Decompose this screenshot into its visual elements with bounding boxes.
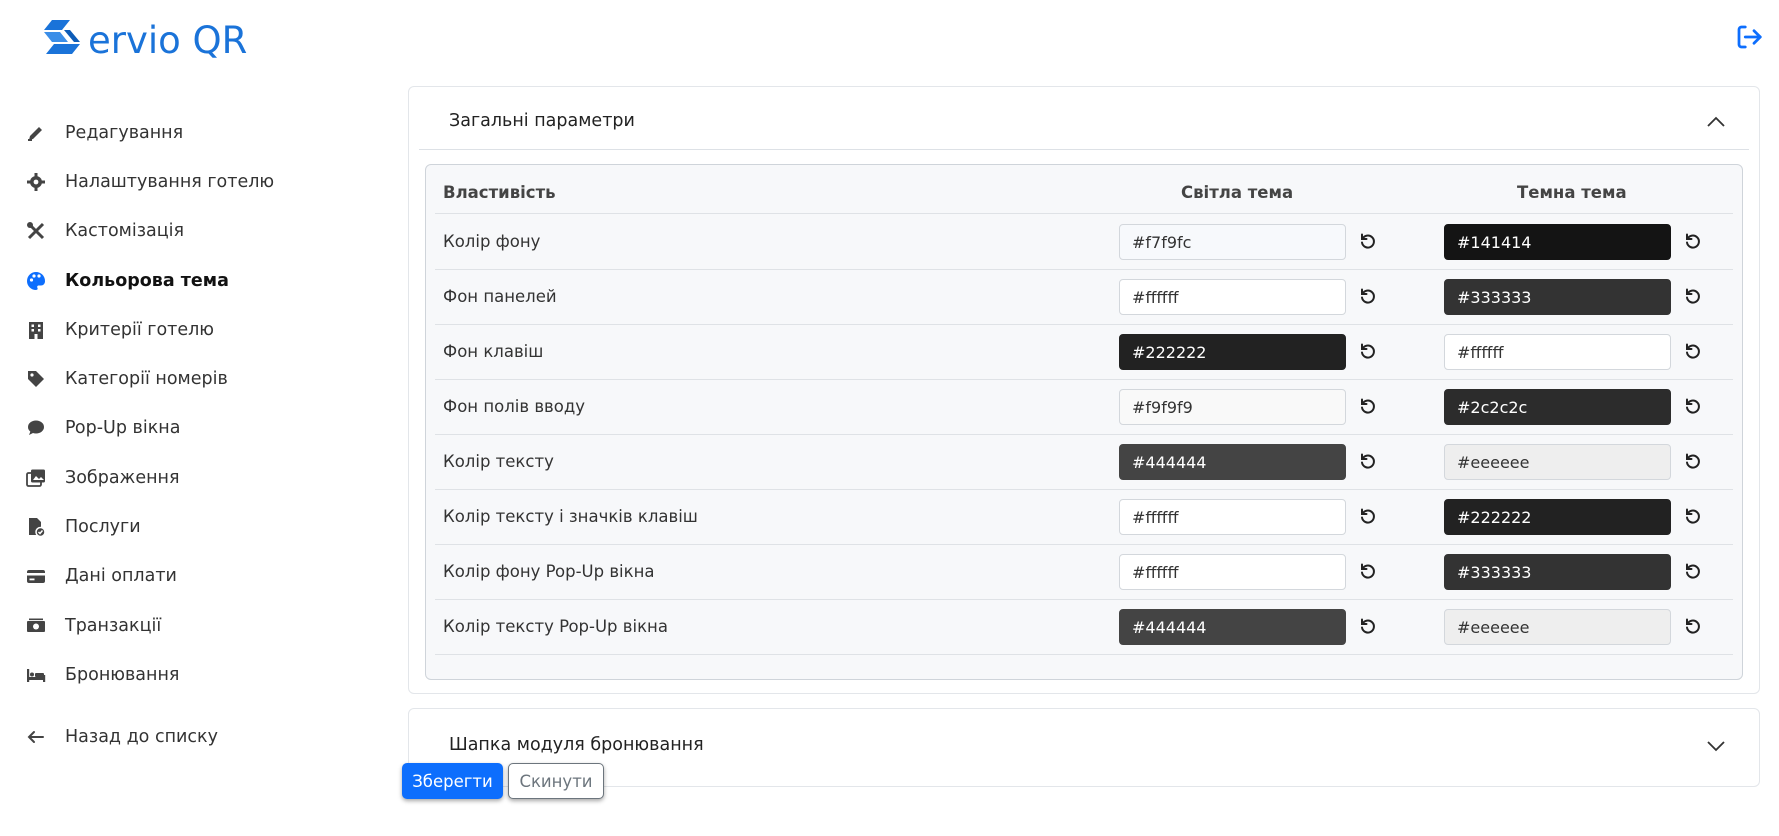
- property-label: Фон панелей: [443, 287, 557, 306]
- sidebar-item-room-categories[interactable]: Категорії номерів: [24, 354, 364, 403]
- reset-dark-icon[interactable]: [1683, 616, 1703, 636]
- table-row: Колір фону: [435, 214, 1733, 270]
- table-row: Колір тексту і значків клавіш: [435, 489, 1733, 545]
- logo-mark-icon: [44, 20, 80, 54]
- general-params-panel: Загальні параметри Властивість Світла те…: [408, 86, 1760, 694]
- dark-color-input[interactable]: [1444, 224, 1671, 260]
- money-icon: [24, 614, 48, 638]
- sidebar-item-services[interactable]: Послуги: [24, 502, 364, 551]
- credit-card-icon: [24, 564, 48, 588]
- gear-icon: [24, 170, 48, 194]
- light-color-input[interactable]: [1119, 224, 1346, 260]
- pencil-icon: [24, 121, 48, 145]
- sidebar-item-payment-data[interactable]: Дані оплати: [24, 552, 364, 601]
- general-params-title: Загальні параметри: [449, 111, 635, 131]
- chat-bubble-icon: [24, 416, 48, 440]
- reset-dark-icon[interactable]: [1683, 561, 1703, 581]
- sidebar-nav: Редагування Налаштування готелю Кастоміз…: [24, 108, 364, 700]
- property-label: Фон клавіш: [443, 342, 544, 361]
- reset-dark-icon[interactable]: [1683, 451, 1703, 471]
- chevron-up-icon[interactable]: [1705, 111, 1727, 133]
- table-row: Колір тексту: [435, 434, 1733, 490]
- light-color-input[interactable]: [1119, 334, 1346, 370]
- app-logo[interactable]: ervio QR: [40, 18, 247, 62]
- light-color-input[interactable]: [1119, 444, 1346, 480]
- light-color-input[interactable]: [1119, 609, 1346, 645]
- header-dark-theme: Темна тема: [1517, 183, 1627, 202]
- dark-color-input[interactable]: [1444, 499, 1671, 535]
- dark-color-input[interactable]: [1444, 444, 1671, 480]
- dark-color-input[interactable]: [1444, 334, 1671, 370]
- booking-header-title: Шапка модуля бронювання: [449, 735, 704, 755]
- file-check-icon: [24, 515, 48, 539]
- booking-header-panel[interactable]: Шапка модуля бронювання: [408, 708, 1760, 787]
- reset-dark-icon[interactable]: [1683, 231, 1703, 251]
- sidebar-item-edit[interactable]: Редагування: [24, 108, 364, 157]
- light-color-input[interactable]: [1119, 554, 1346, 590]
- table-row: Колір тексту Pop-Up вікна: [435, 599, 1733, 655]
- property-label: Фон полів вводу: [443, 397, 586, 416]
- property-label: Колір фону: [443, 232, 541, 251]
- light-color-input[interactable]: [1119, 499, 1346, 535]
- table-header: Властивість Світла тема Темна тема: [435, 165, 1733, 214]
- dark-color-input[interactable]: [1444, 389, 1671, 425]
- table-row: Фон панелей: [435, 269, 1733, 325]
- tools-icon: [24, 219, 48, 243]
- reset-dark-icon[interactable]: [1683, 506, 1703, 526]
- table-row: Фон клавіш: [435, 324, 1733, 380]
- reset-light-icon[interactable]: [1358, 396, 1378, 416]
- chevron-down-icon[interactable]: [1705, 735, 1727, 757]
- sidebar-item-color-theme[interactable]: Кольорова тема: [24, 256, 364, 305]
- property-label: Колір фону Pop-Up вікна: [443, 562, 655, 581]
- reset-dark-icon[interactable]: [1683, 396, 1703, 416]
- sidebar-item-transactions[interactable]: Транзакції: [24, 601, 364, 650]
- property-label: Колір тексту Pop-Up вікна: [443, 617, 668, 636]
- sidebar-item-customization[interactable]: Кастомізація: [24, 207, 364, 256]
- property-label: Колір тексту: [443, 452, 554, 471]
- table-row: Колір фону Pop-Up вікна: [435, 544, 1733, 600]
- save-button[interactable]: Зберегти: [402, 763, 503, 799]
- dark-color-input[interactable]: [1444, 279, 1671, 315]
- back-to-list-link[interactable]: Назад до списку: [24, 712, 218, 761]
- sidebar-item-popup-windows[interactable]: Pop-Up вікна: [24, 404, 364, 453]
- sidebar-item-images[interactable]: Зображення: [24, 453, 364, 502]
- color-table: Властивість Світла тема Темна тема Колір…: [425, 164, 1743, 680]
- images-icon: [24, 466, 48, 490]
- sidebar-item-hotel-criteria[interactable]: Критерії готелю: [24, 305, 364, 354]
- dark-color-input[interactable]: [1444, 554, 1671, 590]
- reset-light-icon[interactable]: [1358, 451, 1378, 471]
- light-color-input[interactable]: [1119, 279, 1346, 315]
- reset-dark-icon[interactable]: [1683, 341, 1703, 361]
- table-row: Фон полів вводу: [435, 379, 1733, 435]
- property-label: Колір тексту і значків клавіш: [443, 507, 698, 526]
- palette-icon: [24, 269, 48, 293]
- header-property: Властивість: [443, 183, 556, 202]
- reset-light-icon[interactable]: [1358, 506, 1378, 526]
- reset-light-icon[interactable]: [1358, 286, 1378, 306]
- reset-button[interactable]: Скинути: [508, 763, 604, 799]
- logo-text: ervio QR: [88, 18, 248, 62]
- logout-icon[interactable]: [1734, 22, 1764, 52]
- reset-dark-icon[interactable]: [1683, 286, 1703, 306]
- dark-color-input[interactable]: [1444, 609, 1671, 645]
- arrow-left-icon: [24, 725, 48, 749]
- light-color-input[interactable]: [1119, 389, 1346, 425]
- building-icon: [24, 318, 48, 342]
- bed-icon: [24, 663, 48, 687]
- reset-light-icon[interactable]: [1358, 616, 1378, 636]
- header-light-theme: Світла тема: [1181, 183, 1294, 202]
- sidebar-item-bookings[interactable]: Бронювання: [24, 650, 364, 699]
- sidebar-item-hotel-settings[interactable]: Налаштування готелю: [24, 157, 364, 206]
- general-params-header[interactable]: Загальні параметри: [419, 87, 1749, 150]
- reset-light-icon[interactable]: [1358, 341, 1378, 361]
- reset-light-icon[interactable]: [1358, 231, 1378, 251]
- tag-icon: [24, 367, 48, 391]
- reset-light-icon[interactable]: [1358, 561, 1378, 581]
